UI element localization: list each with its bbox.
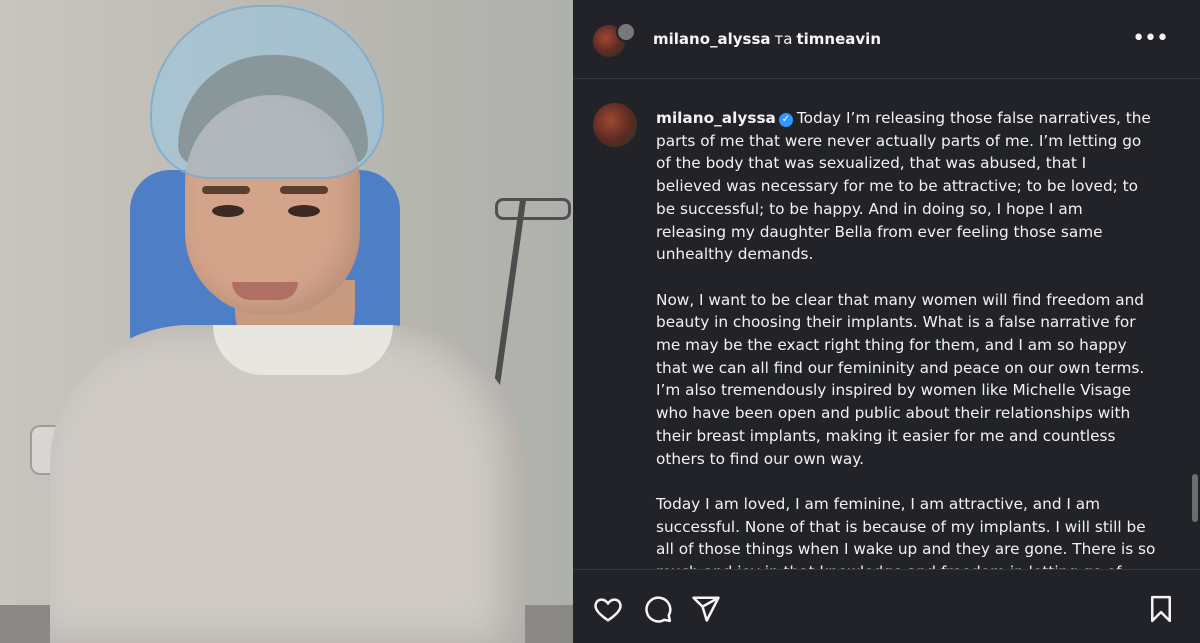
username-separator: та — [774, 30, 793, 48]
share-icon[interactable] — [691, 594, 721, 624]
caption-paragraph-1-text: Today I’m releasing those false narrativ… — [656, 109, 1151, 264]
post-side-panel: milano_alyssa та timneavin ••• milano_alys… — [573, 0, 1200, 643]
photo-lips — [232, 282, 298, 300]
caption-scrollbar[interactable] — [1192, 474, 1198, 522]
caption-author-avatar[interactable] — [593, 103, 637, 147]
post-caption-area: milano_alyssa ✓ Today I’m releasing those … — [573, 79, 1200, 569]
comment-icon[interactable] — [643, 594, 673, 624]
photo-gown-collar — [213, 325, 393, 375]
heart-icon[interactable] — [593, 594, 623, 624]
instagram-post-view: milano_alyssa та timneavin ••• milano_alys… — [0, 0, 1200, 643]
photo-brow-left — [202, 186, 250, 194]
header-usernames: milano_alyssa та timneavin — [653, 30, 881, 48]
bookmark-icon[interactable] — [1146, 594, 1176, 624]
photo-eye-right — [288, 205, 320, 217]
post-photo[interactable] — [0, 0, 573, 643]
collaborator-avatar[interactable] — [616, 22, 636, 42]
caption-text: milano_alyssa ✓ Today I’m releasing those … — [656, 107, 1156, 569]
photo-iv-hook — [495, 198, 571, 220]
author-username-link[interactable]: milano_alyssa — [653, 30, 771, 48]
photo-brow-right — [280, 186, 328, 194]
caption-username-link[interactable]: milano_alyssa — [656, 109, 776, 127]
more-options-icon[interactable]: ••• — [1132, 28, 1169, 50]
caption-paragraph-3: Today I am loved, I am feminine, I am at… — [656, 494, 1156, 569]
verified-check-icon: ✓ — [778, 113, 793, 127]
post-header: milano_alyssa та timneavin ••• — [573, 0, 1200, 79]
caption-paragraph-2: Now, I want to be clear that many women … — [656, 290, 1145, 468]
caption-paragraph-1: milano_alyssa ✓ Today I’m releasing those … — [656, 107, 1156, 266]
photo-eye-left — [212, 205, 244, 217]
collaborator-username-link[interactable]: timneavin — [796, 30, 881, 48]
post-actions-bar — [573, 569, 1200, 643]
